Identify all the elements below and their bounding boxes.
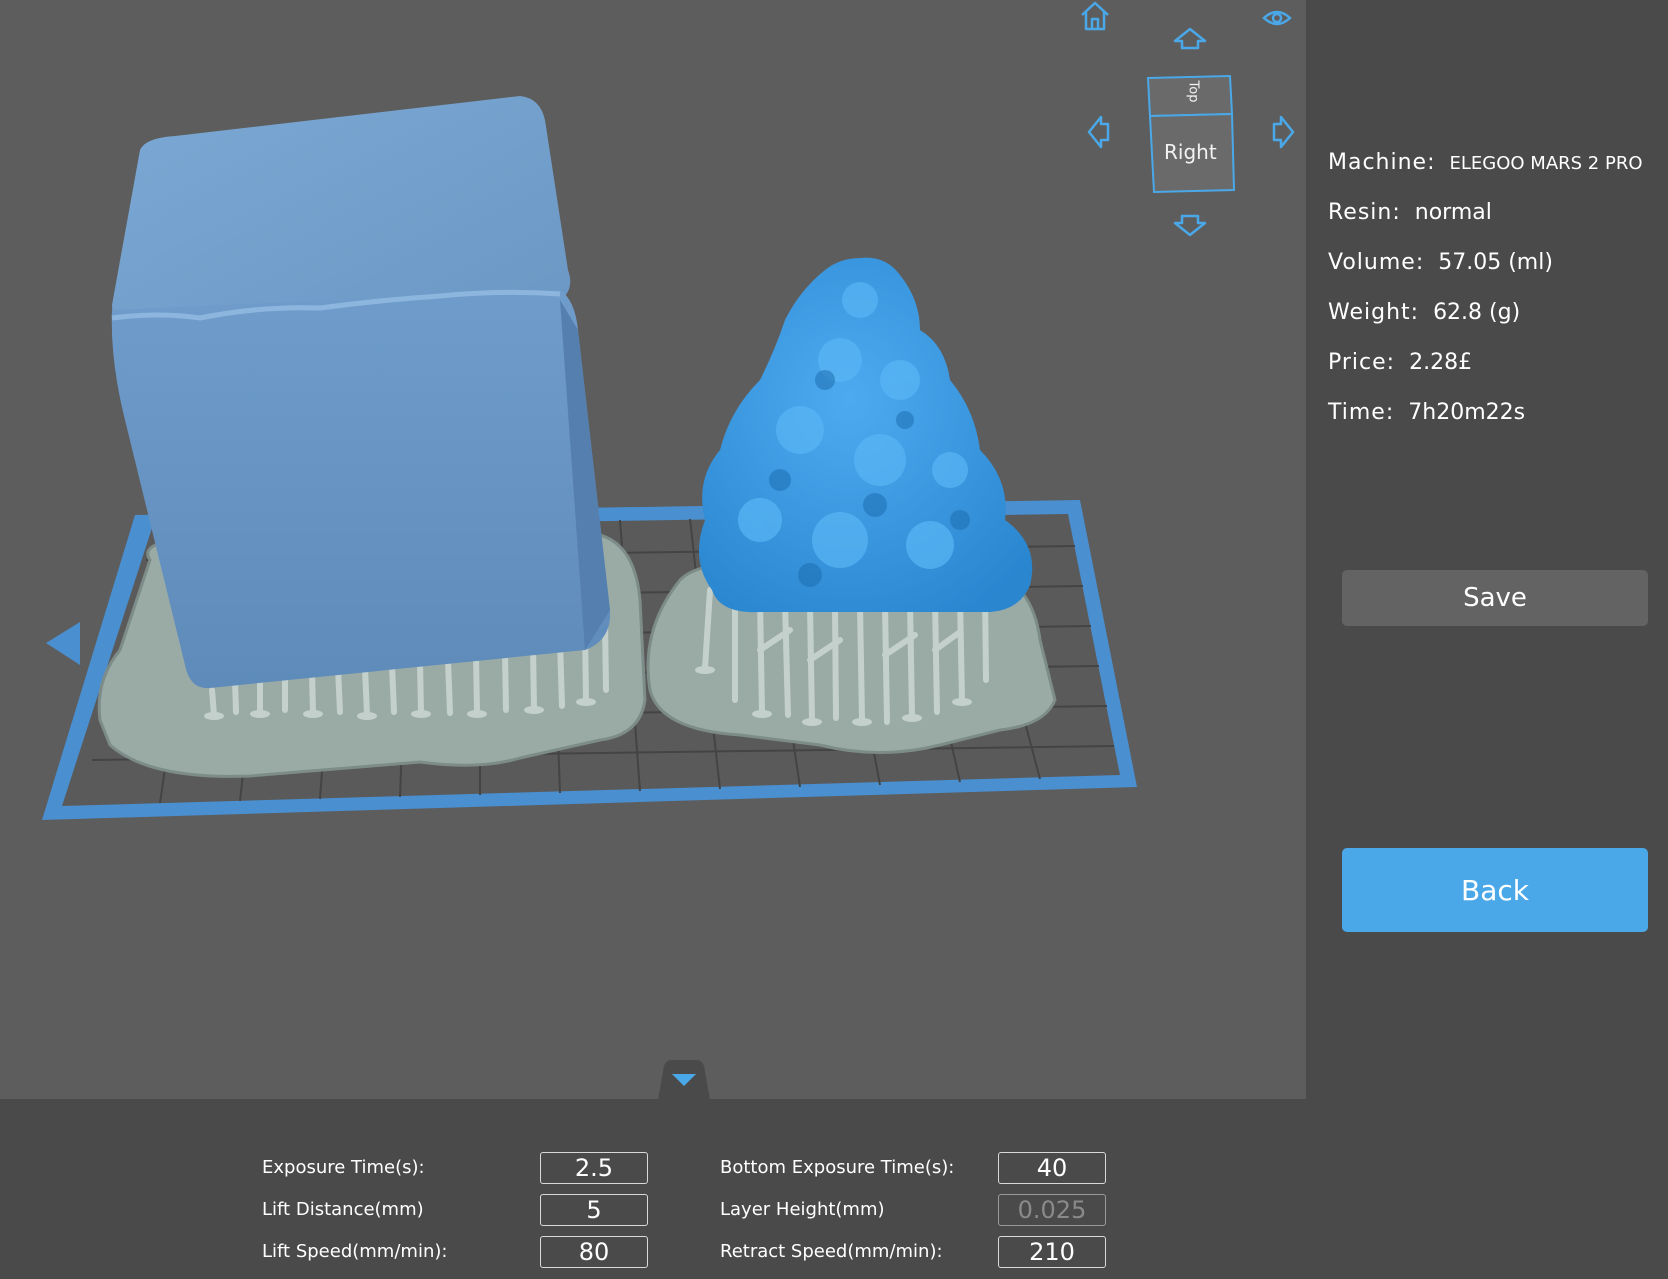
rotate-left-button[interactable] xyxy=(1086,114,1110,150)
retract-speed-label: Retract Speed(mm/min): xyxy=(720,1241,943,1262)
price-row: Price: 2.28£ xyxy=(1328,350,1472,375)
layer-height-input: 0.025 xyxy=(998,1194,1106,1226)
model-pyramid[interactable] xyxy=(698,257,1033,613)
exposure-time-input[interactable]: 2.5 xyxy=(540,1152,648,1184)
eye-icon xyxy=(1262,10,1292,26)
view-cube[interactable]: Top Right xyxy=(1142,70,1238,196)
visibility-button[interactable] xyxy=(1262,6,1292,30)
home-view-button[interactable] xyxy=(1078,0,1112,32)
layer-height-label: Layer Height(mm) xyxy=(720,1199,885,1220)
print-settings-panel: Exposure Time(s): 2.5 Lift Distance(mm) … xyxy=(0,1099,1668,1279)
bottom-exposure-time-input[interactable]: 40 xyxy=(998,1152,1106,1184)
price-value: 2.28£ xyxy=(1409,350,1473,375)
scene-render[interactable] xyxy=(0,0,1306,1099)
rotate-up-button[interactable] xyxy=(1172,26,1208,50)
weight-row: Weight: 62.8 (g) xyxy=(1328,300,1520,325)
machine-value: ELEGOO MARS 2 PRO xyxy=(1449,153,1643,174)
lift-distance-input[interactable]: 5 xyxy=(540,1194,648,1226)
viewport-3d[interactable]: Top Right xyxy=(0,0,1306,1099)
cube-right-face-label[interactable]: Right xyxy=(1164,140,1217,164)
exposure-time-label: Exposure Time(s): xyxy=(262,1157,425,1178)
weight-value: 62.8 (g) xyxy=(1433,300,1521,325)
machine-label: Machine: xyxy=(1328,150,1436,175)
back-button[interactable]: Back xyxy=(1342,848,1648,932)
collapse-settings-button[interactable] xyxy=(648,1060,720,1100)
print-info-panel: Machine: ELEGOO MARS 2 PRO Resin: normal V… xyxy=(1306,0,1668,1099)
model-cube[interactable] xyxy=(111,96,611,689)
cube-top-face-label[interactable]: Top xyxy=(1185,81,1200,103)
lift-distance-label: Lift Distance(mm) xyxy=(262,1199,424,1220)
rotate-down-button[interactable] xyxy=(1172,214,1208,238)
volume-label: Volume: xyxy=(1328,250,1425,275)
rotate-right-button[interactable] xyxy=(1272,114,1296,150)
volume-row: Volume: 57.05 (ml) xyxy=(1328,250,1553,275)
volume-value: 57.05 (ml) xyxy=(1438,250,1553,275)
time-value: 7h20m22s xyxy=(1408,400,1526,425)
arrow-left-icon xyxy=(1087,115,1110,149)
machine-row: Machine: ELEGOO MARS 2 PRO xyxy=(1328,150,1643,175)
lift-speed-label: Lift Speed(mm/min): xyxy=(262,1241,448,1262)
chevron-down-icon xyxy=(658,1060,710,1100)
arrow-down-icon xyxy=(1173,214,1207,237)
time-label: Time: xyxy=(1328,400,1395,425)
arrow-right-icon xyxy=(1272,115,1295,149)
home-icon xyxy=(1081,1,1109,31)
time-row: Time: 7h20m22s xyxy=(1328,400,1525,425)
retract-speed-input[interactable]: 210 xyxy=(998,1236,1106,1268)
lift-speed-input[interactable]: 80 xyxy=(540,1236,648,1268)
weight-label: Weight: xyxy=(1328,300,1420,325)
arrow-up-icon xyxy=(1173,27,1207,50)
resin-value: normal xyxy=(1414,200,1492,225)
bottom-exposure-time-label: Bottom Exposure Time(s): xyxy=(720,1157,955,1178)
resin-row: Resin: normal xyxy=(1328,200,1492,225)
plate-front-marker xyxy=(46,622,80,665)
price-label: Price: xyxy=(1328,350,1396,375)
save-button[interactable]: Save xyxy=(1342,570,1648,626)
resin-label: Resin: xyxy=(1328,200,1401,225)
